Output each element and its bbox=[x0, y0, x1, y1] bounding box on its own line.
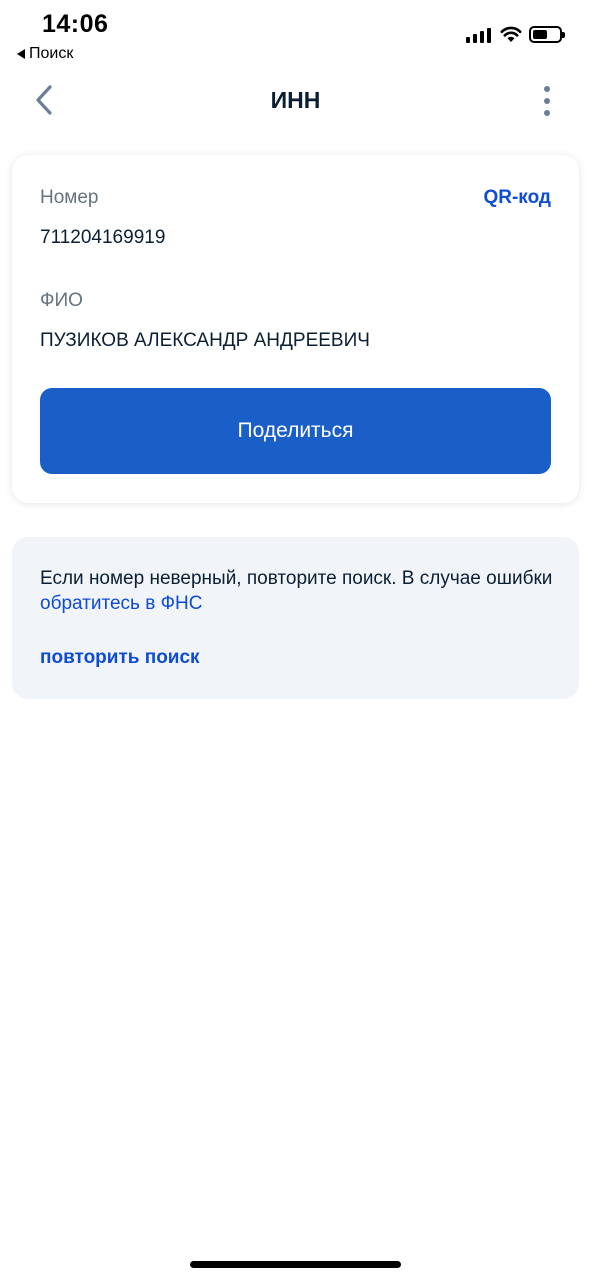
battery-icon bbox=[529, 26, 565, 43]
info-block: Если номер неверный, повторите поиск. В … bbox=[12, 537, 579, 699]
contact-fns-link[interactable]: обратитесь в ФНС bbox=[40, 593, 202, 614]
full-name-value: ПУЗИКОВ АЛЕКСАНДР АНДРЕЕВИЧ bbox=[40, 330, 370, 351]
more-vertical-icon[interactable] bbox=[535, 86, 559, 116]
number-label: Номер bbox=[40, 187, 99, 208]
back-to-app-label: Поиск bbox=[29, 45, 74, 62]
name-label: ФИО bbox=[40, 290, 83, 311]
page-title: ИНН bbox=[270, 87, 321, 113]
inn-number-value: 711204169919 bbox=[40, 227, 166, 248]
wifi-icon bbox=[500, 26, 522, 42]
home-indicator[interactable] bbox=[190, 1261, 401, 1268]
share-button[interactable]: Поделиться bbox=[40, 388, 551, 474]
info-text: Если номер неверный, повторите поиск. В … bbox=[40, 566, 560, 616]
retry-search-link[interactable]: повторить поиск bbox=[40, 647, 200, 669]
navigation-bar: ИНН bbox=[0, 70, 591, 130]
back-triangle-icon bbox=[17, 49, 25, 59]
cellular-signal-icon bbox=[466, 28, 491, 43]
back-to-app-button[interactable]: Поиск bbox=[17, 45, 73, 63]
info-message: Если номер неверный, повторите поиск. В … bbox=[40, 568, 553, 589]
status-bar: 14:06 Поиск bbox=[0, 0, 591, 70]
status-time: 14:06 bbox=[42, 10, 109, 38]
inn-card: Номер QR-код 711204169919 ФИО ПУЗИКОВ АЛ… bbox=[12, 155, 579, 503]
qr-code-link[interactable]: QR-код bbox=[483, 187, 551, 209]
